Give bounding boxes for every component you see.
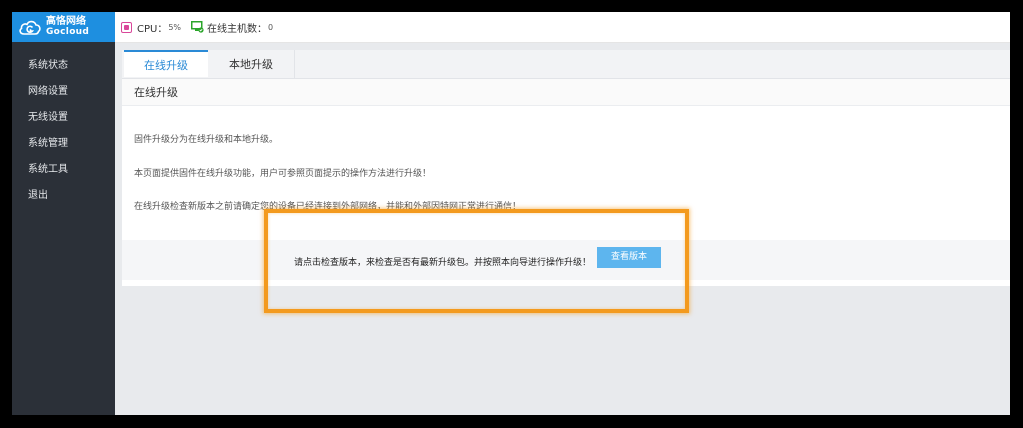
app-window: 高恪网络 Gocloud 系统状态 网络设置 无线设置 系统管理 系统工具 退出… <box>12 12 1010 415</box>
logo-en: Gocloud <box>46 27 90 37</box>
description-line: 本页面提供固件在线升级功能，用户可参照页面提示的操作方法进行升级！ <box>134 169 432 179</box>
tab-online-upgrade[interactable]: 在线升级 <box>124 50 208 77</box>
cpu-icon <box>121 21 132 33</box>
logo-cn: 高恪网络 <box>46 16 86 27</box>
upgrade-panel: 在线升级 本地升级 在线升级 固件升级分为在线升级和本地升级。 本页面提供固件在… <box>122 50 1010 286</box>
status-bar: CPU： 5% 在线主机数： 0 <box>115 12 1010 43</box>
online-host-icon <box>191 21 204 33</box>
tab-bar: 在线升级 本地升级 <box>122 50 1010 79</box>
cpu-value: 5% <box>168 22 182 32</box>
cloud-logo-icon <box>18 17 42 37</box>
logo-text: 高恪网络 Gocloud <box>46 16 89 38</box>
cpu-label: CPU： <box>137 23 168 35</box>
sidebar-item-system-tools[interactable]: 系统工具 <box>12 157 115 183</box>
check-version-button[interactable]: 查看版本 <box>597 247 661 268</box>
sidebar-nav: 系统状态 网络设置 无线设置 系统管理 系统工具 退出 <box>12 53 115 209</box>
sidebar-item-system-management[interactable]: 系统管理 <box>12 131 115 157</box>
sidebar-item-logout[interactable]: 退出 <box>12 183 115 209</box>
sidebar-item-wireless-settings[interactable]: 无线设置 <box>12 105 115 131</box>
tab-local-upgrade[interactable]: 本地升级 <box>208 50 295 78</box>
description-line: 固件升级分为在线升级和本地升级。 <box>134 135 279 145</box>
online-hosts-value: 0 <box>268 22 274 32</box>
online-hosts-label: 在线主机数： <box>207 23 268 35</box>
sidebar-item-system-status[interactable]: 系统状态 <box>12 53 115 79</box>
sidebar-item-network-settings[interactable]: 网络设置 <box>12 79 115 105</box>
sidebar: 高恪网络 Gocloud 系统状态 网络设置 无线设置 系统管理 系统工具 退出 <box>12 12 115 415</box>
description-line: 在线升级检查新版本之前请确定您的设备已经连接到外部网络，并能和外部因特网正常进行… <box>134 202 522 212</box>
check-version-prompt: 请点击检查版本，来检查是否有最新升级包。并按照本向导进行操作升级！ <box>294 258 592 268</box>
check-version-bar: 请点击检查版本，来检查是否有最新升级包。并按照本向导进行操作升级！ 查看版本 <box>122 240 1010 280</box>
section-title: 在线升级 <box>122 79 1010 106</box>
logo: 高恪网络 Gocloud <box>12 12 115 42</box>
